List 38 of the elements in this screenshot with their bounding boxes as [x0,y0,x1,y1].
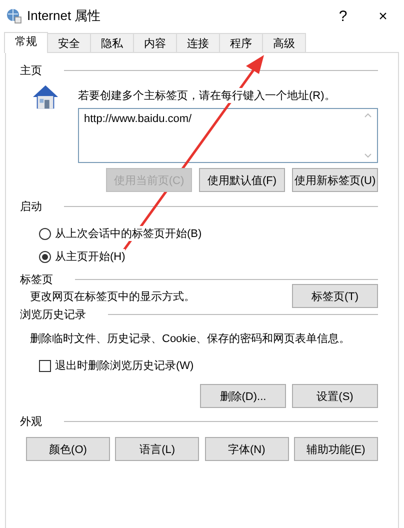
help-button[interactable]: ? [328,8,358,24]
group-heading: 主页 [20,64,42,78]
checkbox-label: 退出时删除浏览历史记录(W) [55,358,194,373]
button[interactable]: 标签页(T) [292,284,378,308]
button[interactable]: 字体(N) [204,437,289,461]
checkbox[interactable] [39,360,51,372]
group-heading: 浏览历史记录 [20,308,86,322]
house-icon [32,84,59,110]
button[interactable]: 设置(S) [292,384,378,408]
group-heading: 启动 [20,200,42,214]
group-heading: 外观 [20,415,42,429]
address-text: http://www.baidu.com/ [84,113,192,127]
tab[interactable]: 高级 [262,33,306,52]
scroll-up-icon [364,113,372,118]
window-title: Internet 属性 [27,7,101,25]
tab[interactable]: 安全 [47,33,91,52]
button[interactable]: 使用默认值(F) [199,168,285,192]
button[interactable]: 删除(D)... [200,384,286,408]
button[interactable]: 使用新标签页(U) [292,168,378,192]
radio-button[interactable] [39,228,51,240]
group-heading: 标签页 [20,273,53,287]
scroll-down-icon [364,153,372,158]
tab[interactable]: 连接 [176,33,220,52]
tab[interactable]: 内容 [133,33,177,52]
description-text: 删除临时文件、历史记录、Cookie、保存的密码和网页表单信息。 [30,332,352,346]
tab[interactable]: 常规 [4,32,48,53]
globe-icon [6,8,22,24]
button[interactable]: 语言(L) [115,437,200,461]
tab[interactable]: 程序 [219,33,263,52]
option-label: 从上次会话中的标签页开始(B) [55,226,202,241]
radio-button[interactable] [39,250,51,262]
button[interactable]: 辅助功能(E) [294,437,378,461]
tab[interactable]: 隐私 [90,33,134,52]
description-text: 更改网页在标签页中的显示方式。 [30,290,195,304]
option-label: 从主页开始(H) [55,249,126,264]
button[interactable]: 颜色(O) [26,437,110,461]
address-field[interactable]: http://www.baidu.com/ [78,108,378,163]
close-button[interactable]: × [368,8,398,24]
